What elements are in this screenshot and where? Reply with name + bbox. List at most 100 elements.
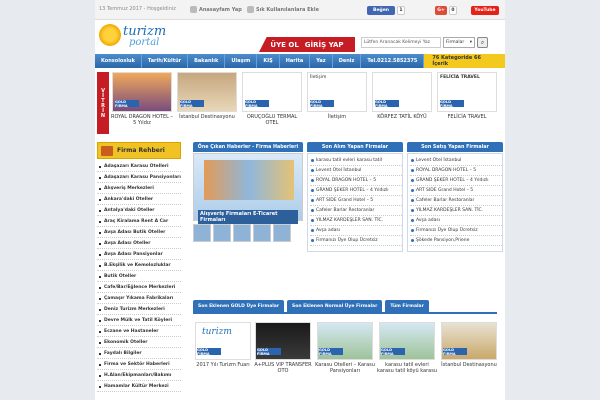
list-item[interactable]: Cafeler Barlar Restoranlar [410, 196, 502, 206]
list-item[interactable]: ROYAL DRAGON HOTEL – 5 [310, 176, 402, 186]
list-item[interactable]: Avşa adası [310, 226, 402, 236]
list-item[interactable]: YILMAZ KARDEŞLER SAN. TİC. [410, 206, 502, 216]
list-item[interactable]: karasu tatil evleri karasu tatil [310, 156, 402, 166]
showcase-card[interactable]: GOLD FİRMA İstanbul Destinasyonu [176, 72, 238, 134]
showcase-card[interactable]: İletişim GOLD FİRMA İletişim [306, 72, 368, 134]
sidebar-item[interactable]: Eczane ve Hastaneler [97, 327, 181, 337]
gold-badge: GOLD FİRMA [180, 100, 204, 108]
nav-item[interactable]: Deniz [333, 54, 362, 68]
sidebar-item[interactable]: Hamamlar Kültür Merkezi [97, 382, 181, 392]
sidebar-item[interactable]: Firma ve Sektör Haberleri [97, 360, 181, 370]
list-item[interactable]: YILMAZ KARDEŞLER SAN. TİC. [310, 216, 402, 226]
tab-normal-firms[interactable]: Son Eklenen Normal Üye Firmalar [287, 300, 383, 312]
sidebar-item[interactable]: Butik Oteller [97, 272, 181, 282]
nav-item[interactable]: Bakanlık [188, 54, 226, 68]
firm-card[interactable]: GOLD FİRMA Karasu Otelleri – Karasu Pans… [315, 322, 375, 400]
sidebar-item[interactable]: Alışveriş Merkezleri [97, 184, 181, 194]
gold-badge: GOLD FİRMA [257, 348, 281, 356]
list-item[interactable]: Firmanızı Üye Olup Ücretsiz [310, 236, 402, 246]
showcase-title: İletişim [327, 114, 347, 120]
gold-badge: GOLD FİRMA [115, 100, 139, 108]
firm-tabs: Son Eklenen GOLD Üye Firmalar Son Eklene… [193, 300, 497, 314]
page: 13 Temmuz 2017 - Hoşgeldiniz Anasayfam Y… [95, 0, 505, 400]
gplus-count: 0 [449, 6, 457, 15]
sidebar-item[interactable]: Adaşazarı Karasu Pansiyonları [97, 173, 181, 183]
news-thumbnail[interactable] [213, 224, 231, 242]
list-item[interactable]: Levent Otel İstanbul [410, 156, 502, 166]
list-item[interactable]: ART SIDE Grand Hotel – 5 [410, 186, 502, 196]
list-item[interactable]: Şökede Pansiyon,Priene [410, 236, 502, 246]
register-link[interactable]: ÜYE OL [270, 41, 298, 49]
sidebar-item[interactable]: Araç Kiralama Rent A Car [97, 217, 181, 227]
gplus-button[interactable]: G+ [435, 6, 447, 15]
list-item[interactable]: ART SIDE Grand Hotel – 5 [310, 196, 402, 206]
sidebar-item[interactable]: Devre Mülk ve Tatil Köyleri [97, 316, 181, 326]
firm-card[interactable]: turizm GOLD FİRMA 2017 Yılı Turizm Fuarı [193, 322, 253, 400]
nav-item[interactable]: Konsolosluk [95, 54, 142, 68]
sidebar-item[interactable]: Adaşazarı Karasu Otelleri [97, 162, 181, 172]
sidebar-item[interactable]: Ekonomik Oteller [97, 338, 181, 348]
fb-like-button[interactable]: Beğen [367, 6, 395, 15]
nav-item[interactable]: Yaz [310, 54, 333, 68]
sales-list-header: Son Satış Yapan Firmalar [407, 142, 503, 152]
showcase-card[interactable]: FELİCİA TRAVEL GOLD FİRMA FELİCİA TRAVEL [436, 72, 498, 134]
sidebar-item[interactable]: Faydalı Bilgiler [97, 349, 181, 359]
showcase-card[interactable]: GOLD FİRMA ROYAL DRAGON HOTEL – 5 Yıldız [111, 72, 173, 134]
list-item[interactable]: Levent Otel İstanbul [310, 166, 402, 176]
gold-badge: GOLD FİRMA [443, 348, 467, 356]
tab-gold-firms[interactable]: Son Eklenen GOLD Üye Firmalar [193, 300, 285, 312]
sidebar-item[interactable]: H.Alan/Ekipmanları/Bakımı [97, 371, 181, 381]
list-item[interactable]: Firmanızı Üye Olup Ücretsiz [410, 226, 502, 236]
card-header: FELİCİA TRAVEL [440, 75, 480, 80]
news-thumbnail[interactable] [233, 224, 251, 242]
top-bar: 13 Temmuz 2017 - Hoşgeldiniz Anasayfam Y… [95, 0, 505, 20]
list-item[interactable]: ROYAL DRAGON HOTEL – 5 [410, 166, 502, 176]
site-logo[interactable]: turizm portal [99, 22, 171, 52]
sidebar-item[interactable]: Avşa Adası Butik Oteller [97, 228, 181, 238]
favorites-link[interactable]: Sık Kullanılanlara Ekle [247, 6, 319, 13]
search-input[interactable]: Lütfen Aranacak Kelimeyi Yaz [361, 37, 441, 48]
sidebar-item[interactable]: Antalya'daki Oteller [97, 206, 181, 216]
search-button[interactable]: ⌕ [477, 37, 488, 48]
gold-badge: GOLD FİRMA [197, 348, 221, 356]
news-thumbnail[interactable] [273, 224, 291, 242]
login-link[interactable]: GİRİŞ YAP [305, 41, 344, 49]
list-item[interactable]: Avşa adası [410, 216, 502, 226]
search-select[interactable]: Firmalar ▾ [443, 37, 475, 48]
news-thumbnail[interactable] [253, 224, 271, 242]
list-item[interactable]: Cafeler Barlar Restoranlar [310, 206, 402, 216]
news-thumbnail[interactable] [193, 224, 211, 242]
news-slide[interactable]: Alışveriş Firmaları E-Ticaret Firmaları [193, 153, 303, 224]
logo-text-2: portal [129, 37, 160, 48]
nav-item[interactable]: Harita [280, 54, 311, 68]
sidebar-item[interactable]: B.Ekşilik ve Kemolozluklar [97, 261, 181, 271]
nav-item[interactable]: Ulaşım [225, 54, 258, 68]
firm-card[interactable]: GOLD FİRMA karasu tatil evleri karasu ta… [377, 322, 437, 400]
nav-item[interactable]: Tarih/Kültür [142, 54, 189, 68]
firm-card[interactable]: GOLD FİRMA İstanbul Destinasyonu [439, 322, 499, 400]
firm-logo-text: turizm [202, 327, 232, 337]
firm-title: karasu tatil evleri karasu tatil köyü ka… [377, 362, 437, 374]
sidebar-item[interactable]: Çamaşır Yıkama Fabrikaları [97, 294, 181, 304]
card-header: İletişim [310, 75, 327, 80]
tab-all-firms[interactable]: Tüm Firmalar [385, 300, 429, 312]
list-item[interactable]: GRAND ŞEKER HOTEL – 4 Yıldızlı [310, 186, 402, 196]
showcase-title: KÖRFEZ TATİL KÖYÜ [377, 114, 427, 120]
showcase-card[interactable]: GOLD FİRMA ORUÇOĞLU TERMAL OTEL [241, 72, 303, 134]
sidebar-item[interactable]: Deniz Turizm Merkezleri [97, 305, 181, 315]
youtube-button[interactable]: YouTube [471, 6, 499, 15]
sidebar-item[interactable]: Ankara'daki Oteller [97, 195, 181, 205]
homepage-link[interactable]: Anasayfam Yap [190, 6, 242, 13]
nav-item[interactable]: KIŞ [257, 54, 280, 68]
sidebar-item[interactable]: Cafe/Bar/Eğlence Merkezleri [97, 283, 181, 293]
sidebar-item[interactable]: Avşa Adası Oteller [97, 239, 181, 249]
nav-phone[interactable]: Tel.0212.5852375 [361, 54, 425, 68]
firm-card[interactable]: GOLD FİRMA A+PLUS VIP TRANSFER OTO [253, 322, 313, 400]
gold-badge: GOLD FİRMA [310, 100, 334, 108]
firm-title: İstanbul Destinasyonu [441, 362, 497, 368]
firm-title: 2017 Yılı Turizm Fuarı [196, 362, 250, 368]
showcase-card[interactable]: GOLD FİRMA KÖRFEZ TATİL KÖYÜ [371, 72, 433, 134]
list-item[interactable]: GRAND ŞEKER HOTEL – 4 Yıldızlı [410, 176, 502, 186]
sidebar-item[interactable]: Avşa Adası Pansiyonlar [97, 250, 181, 260]
showcase-title: FELİCİA TRAVEL [447, 114, 487, 120]
